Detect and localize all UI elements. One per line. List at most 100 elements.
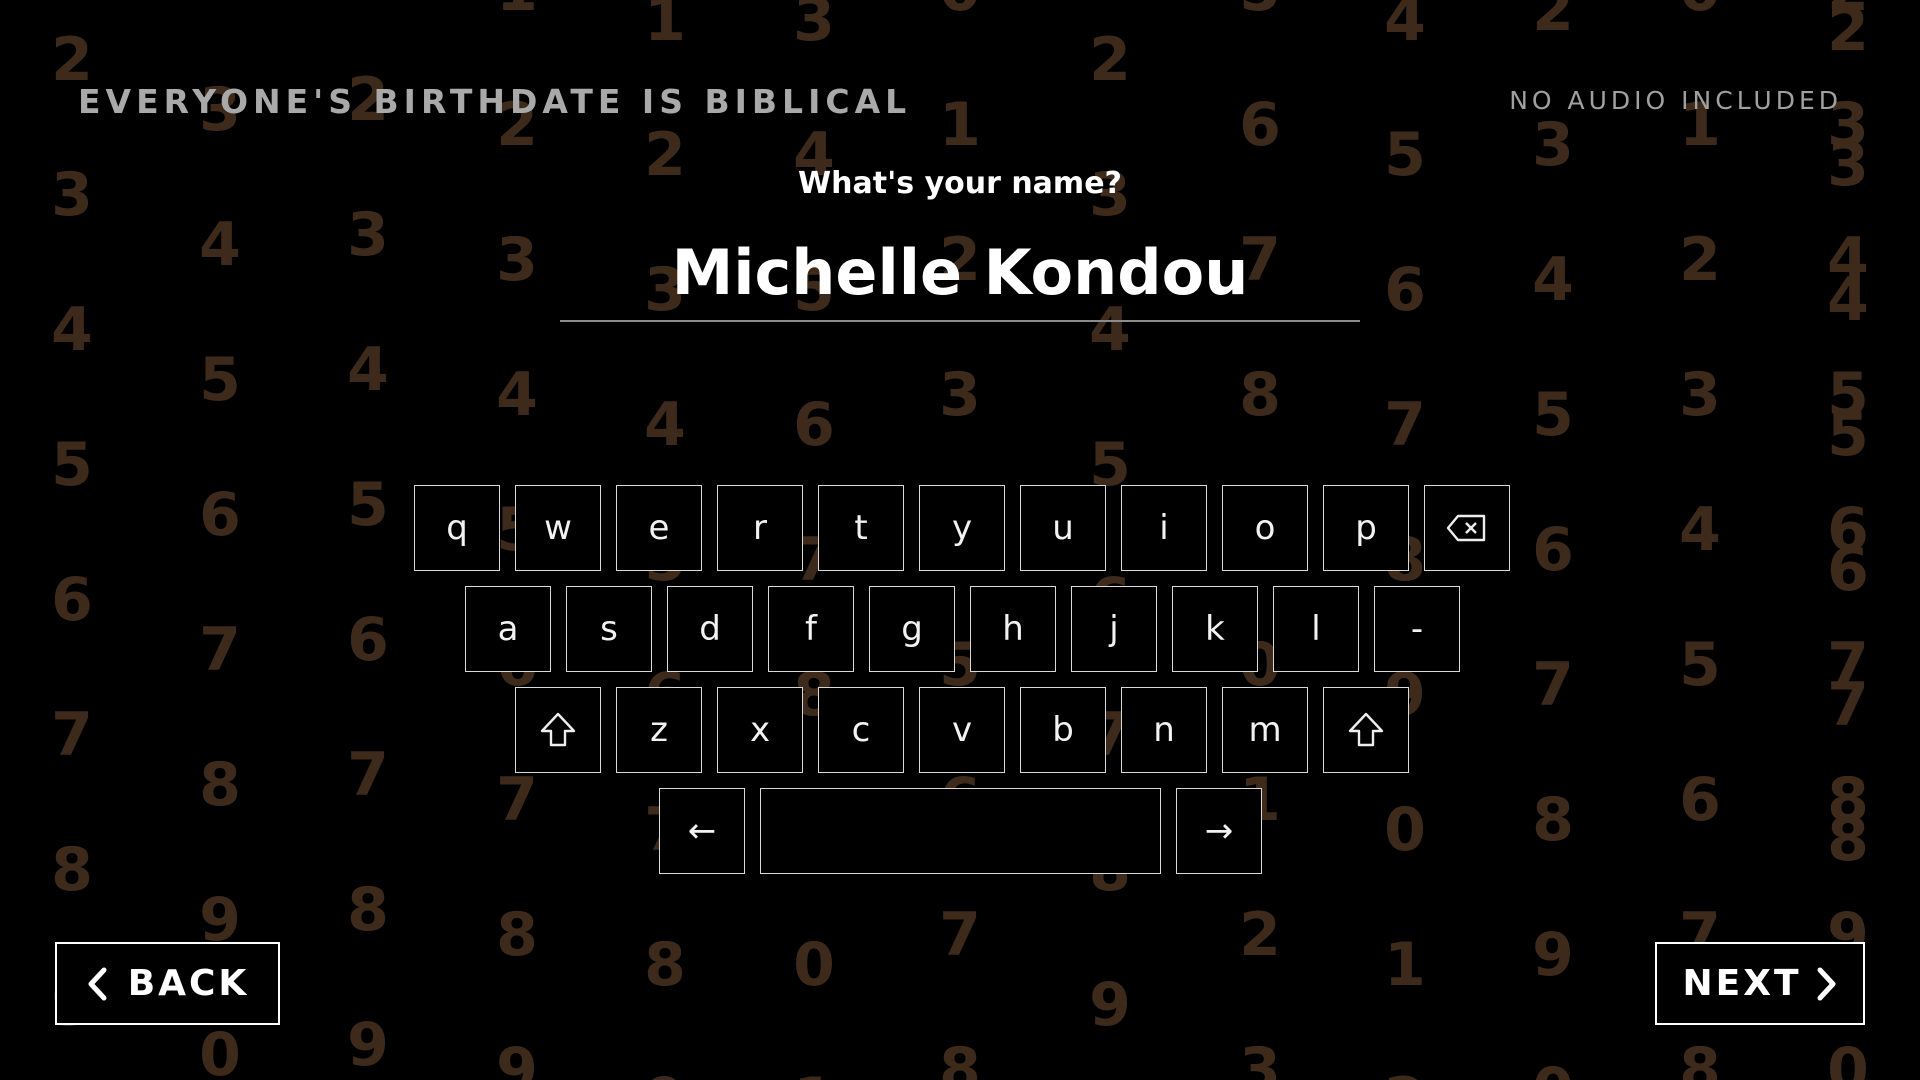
background-digit: 5 [1230, 0, 1290, 20]
background-digit: 8 [1827, 805, 1869, 875]
key-hyphen[interactable]: - [1374, 586, 1460, 672]
key-d[interactable]: d [667, 586, 753, 672]
background-digit: 1 [487, 0, 547, 20]
background-digit: 8 [644, 930, 686, 1000]
background-digit: 4 [347, 335, 389, 405]
key-r[interactable]: r [717, 485, 803, 571]
background-digit: 5 [1532, 380, 1574, 450]
next-button-label: NEXT [1682, 963, 1802, 1004]
back-button[interactable]: BACK [55, 942, 280, 1025]
key-c[interactable]: c [818, 687, 904, 773]
key-f[interactable]: f [768, 586, 854, 672]
background-digit: 4 [1827, 225, 1869, 295]
background-digit: 4 [1827, 265, 1869, 335]
background-digit: 3 [1679, 360, 1721, 430]
background-digit: 6 [1827, 495, 1869, 565]
background-digit: 6 [51, 565, 93, 635]
background-digit: 6 [1679, 765, 1721, 835]
background-digit: 8 [1532, 785, 1574, 855]
key-i[interactable]: i [1121, 485, 1207, 571]
app-screen: 2 3 4 5 6 7 8 9 3 4 5 6 7 8 9 0 2 3 4 5 6 7 8 9 1 2 3 4 5 6 7 8 9 1 2 3 4 5 6 7… [0, 0, 1920, 1080]
background-digit: 7 [1827, 630, 1869, 700]
background-digit: 6 [1384, 255, 1426, 325]
background-digit: 6 [1827, 535, 1869, 605]
key-p[interactable]: p [1323, 485, 1409, 571]
shift-key-right[interactable] [1323, 687, 1409, 773]
key-x[interactable]: x [717, 687, 803, 773]
key-w[interactable]: w [515, 485, 601, 571]
next-button[interactable]: NEXT [1655, 942, 1865, 1025]
background-digit: 3 [793, 0, 835, 55]
backspace-icon [1446, 513, 1488, 543]
key-l[interactable]: l [1273, 586, 1359, 672]
background-digit-column: 012345678 [1670, 0, 1730, 1080]
shift-icon [1347, 711, 1385, 749]
background-digit: 9 [635, 1070, 695, 1080]
shift-key-left[interactable] [515, 687, 601, 773]
key-z[interactable]: z [616, 687, 702, 773]
background-digit: 4 [496, 360, 538, 430]
key-s[interactable]: s [566, 586, 652, 672]
background-digit: 4 [199, 210, 241, 280]
background-digit: 6 [347, 605, 389, 675]
background-digit: 1 [939, 90, 981, 160]
background-digit: 5 [51, 430, 93, 500]
background-digit: 7 [199, 615, 241, 685]
key-y[interactable]: y [919, 485, 1005, 571]
key-u[interactable]: u [1020, 485, 1106, 571]
background-digit: 8 [199, 750, 241, 820]
background-digit: 2 [51, 25, 93, 95]
key-n[interactable]: n [1121, 687, 1207, 773]
backspace-key[interactable] [1424, 485, 1510, 571]
background-digit: 8 [1827, 765, 1869, 835]
background-digit: 1 [784, 1070, 844, 1080]
background-digit: 9 [199, 885, 241, 955]
key-k[interactable]: k [1172, 586, 1258, 672]
background-digit: 0 [1384, 795, 1426, 865]
background-digit-column: 23456789 [338, 0, 398, 1080]
background-digit: 0 [1827, 1035, 1869, 1080]
background-digit: 4 [644, 390, 686, 460]
space-key[interactable] [760, 788, 1161, 874]
background-digit: 2 [1532, 0, 1574, 45]
background-digit: 9 [496, 1035, 538, 1080]
background-digit: 6 [793, 390, 835, 460]
background-digit: 0 [793, 930, 835, 1000]
background-digit-column: 234567890 [1523, 0, 1583, 1080]
key-h[interactable]: h [970, 586, 1056, 672]
key-b[interactable]: b [1020, 687, 1106, 773]
background-digit: 0 [930, 0, 990, 20]
background-digit: 5 [1679, 630, 1721, 700]
background-digit: 5 [1827, 400, 1869, 470]
key-t[interactable]: t [818, 485, 904, 571]
background-digit: 3 [939, 360, 981, 430]
background-digit: 8 [496, 900, 538, 970]
background-digit: 8 [51, 835, 93, 905]
background-digit-column: 23456789 [1818, 0, 1878, 1080]
back-button-label: BACK [127, 963, 250, 1004]
background-digit: 3 [347, 200, 389, 270]
background-digit: 0 [1670, 0, 1730, 20]
app-title: EVERYONE'S BIRTHDATE IS BIBLICAL [78, 82, 912, 121]
shift-icon [539, 711, 577, 749]
background-digit: 0 [1523, 1060, 1583, 1080]
key-o[interactable]: o [1222, 485, 1308, 571]
key-q[interactable]: q [414, 485, 500, 571]
name-prompt: What's your name? [798, 166, 1122, 201]
background-digit: 9 [1532, 920, 1574, 990]
background-digit: 6 [1239, 90, 1281, 160]
name-input[interactable]: Michelle Kondou [560, 225, 1360, 322]
background-digit: 8 [939, 1035, 981, 1080]
key-a[interactable]: a [465, 586, 551, 672]
key-j[interactable]: j [1071, 586, 1157, 672]
key-v[interactable]: v [919, 687, 1005, 773]
key-m[interactable]: m [1222, 687, 1308, 773]
background-digit: 2 [1827, 0, 1869, 65]
background-digit: 7 [496, 765, 538, 835]
cursor-right-key[interactable]: → [1176, 788, 1262, 874]
cursor-left-key[interactable]: ← [659, 788, 745, 874]
key-g[interactable]: g [869, 586, 955, 672]
background-digit: 7 [939, 900, 981, 970]
background-digit: 6 [199, 480, 241, 550]
key-e[interactable]: e [616, 485, 702, 571]
